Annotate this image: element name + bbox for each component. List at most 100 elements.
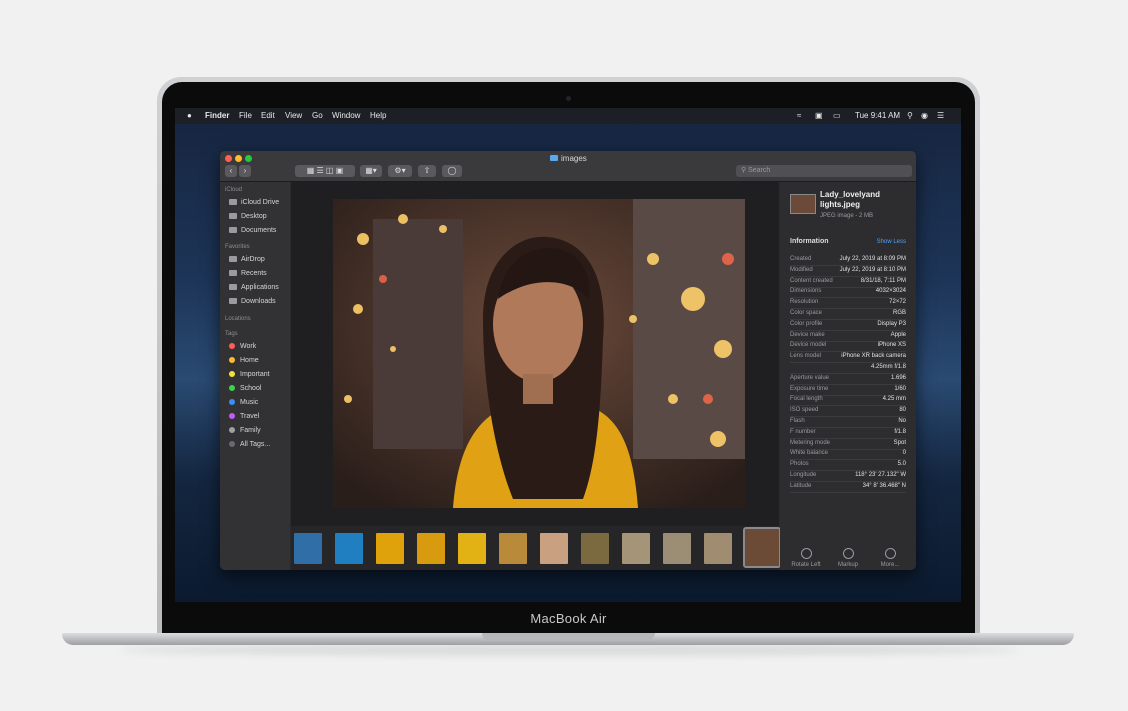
sidebar-item-recents[interactable]: Recents [229,269,267,279]
menu-go[interactable]: Go [312,111,323,120]
thumbnail[interactable] [663,533,691,564]
clock-icon [229,270,237,277]
sidebar-item-label: Desktop [241,213,267,220]
share-icon[interactable]: ⇧ [418,165,436,177]
laptop-notch [482,633,655,640]
sidebar-item-airdrop[interactable]: AirDrop [229,255,265,265]
thumbnail[interactable] [335,533,363,564]
info-value: 0 [902,450,906,457]
info-row: Photos 5.0 [790,460,906,472]
camera-icon [566,96,571,101]
thumbnail[interactable] [743,527,781,568]
info-value: 72×72 [889,299,906,306]
sidebar-item-icloud-drive[interactable]: iCloud Drive [229,198,279,208]
screen: ● Finder File Edit View Go Window Help ≈… [175,108,961,602]
thumbnail[interactable] [294,533,322,564]
rotate-left-icon [800,548,812,559]
info-key: Focal length [790,396,823,403]
sidebar-tag-all-tags[interactable]: All Tags... [229,440,270,450]
info-key: F number [790,428,816,435]
sidebar-heading-tags: Tags [225,331,238,337]
sidebar-item-label: Documents [241,227,277,234]
sidebar-tag-important[interactable]: Important [229,370,270,380]
thumbnail[interactable] [704,533,732,564]
selected-photo[interactable] [333,199,745,508]
tag-color-icon [229,413,235,420]
siri-icon[interactable]: ◉ [921,111,928,120]
thumbnail[interactable] [540,533,568,564]
menu-file[interactable]: File [239,111,252,120]
info-row: Device model iPhone XS [790,341,906,353]
battery-icon[interactable]: ▭ [833,111,841,120]
sidebar-item-label: Important [240,371,270,378]
menu-app-name[interactable]: Finder [205,111,229,120]
window-title: images [550,154,587,163]
thumbnail[interactable] [499,533,527,564]
sidebar-heading-icloud: iCloud [225,187,243,193]
info-value: July 22, 2019 at 8:10 PM [839,266,906,273]
tag-color-icon [229,371,235,378]
more-icon [884,548,896,559]
action-label: Markup [837,562,858,568]
info-key: Latitude [790,482,812,489]
info-value: iPhone XS [877,342,906,349]
sidebar-item-label: Music [240,399,259,406]
menu-window[interactable]: Window [332,111,360,120]
info-key: Exposure time [790,385,829,392]
thumbnail[interactable] [581,533,609,564]
thumbnail[interactable] [376,533,404,564]
zoom-button[interactable] [245,155,252,162]
info-row: White balance 0 [790,449,906,461]
tag-color-icon [229,399,235,406]
info-row: Aperture value 1.696 [790,374,906,385]
document-icon [229,227,237,234]
sidebar-item-documents[interactable]: Documents [229,226,276,236]
more-button[interactable]: More... [870,548,910,568]
info-key: Color profile [790,320,823,327]
file-thumbnail [790,194,816,214]
sidebar-tag-travel[interactable]: Travel [229,412,259,422]
airplay-icon[interactable]: ▣ [815,111,823,120]
thumbnail[interactable] [417,533,445,564]
forward-button[interactable]: › [239,165,251,177]
minimize-button[interactable] [235,155,242,162]
menu-clock[interactable]: Tue 9:41 AM [855,111,900,120]
sidebar-tag-music[interactable]: Music [229,398,258,408]
sidebar-tag-work[interactable]: Work [229,342,256,352]
back-button[interactable]: ‹ [225,165,237,177]
action-gear-icon[interactable]: ⚙▾ [388,165,412,177]
sidebar-tag-school[interactable]: School [229,384,261,394]
view-mode-switcher[interactable]: ▦ ☰ ◫ ▣ [295,165,355,177]
close-button[interactable] [225,155,232,162]
spotlight-icon[interactable]: ⚲ [907,111,913,120]
group-button[interactable]: ▦▾ [360,165,382,177]
sidebar-item-downloads[interactable]: Downloads [229,297,276,307]
info-row: Dimensions 4032×3024 [790,287,906,299]
sidebar-item-desktop[interactable]: Desktop [229,212,267,222]
thumbnail[interactable] [622,533,650,564]
menu-edit[interactable]: Edit [261,111,275,120]
menu-help[interactable]: Help [370,111,386,120]
tags-icon[interactable]: ◯ [442,165,462,177]
info-value: 8/31/18, 7:11 PM [860,277,906,284]
search-field[interactable]: ⚲ Search [736,165,912,177]
rotate-left-button[interactable]: Rotate Left [786,548,826,568]
sidebar-tag-family[interactable]: Family [229,426,261,436]
info-key: Resolution [790,299,819,306]
sidebar-item-label: Recents [241,270,267,277]
markup-button[interactable]: Markup [828,548,868,568]
sidebar-item-applications[interactable]: Applications [229,283,279,293]
menu-view[interactable]: View [285,111,302,120]
wifi-icon[interactable]: ≈ [797,111,801,120]
notification-center-icon[interactable]: ☰ [937,111,944,120]
info-row: ISO speed 80 [790,406,906,418]
thumbnail-strip [291,526,781,570]
file-name: Lady_lovelyand lights.jpeg [820,190,880,210]
apple-menu-icon[interactable]: ● [187,111,192,120]
thumbnail[interactable] [458,533,486,564]
show-less-link[interactable]: Show Less [877,239,906,245]
portrait-image [333,199,745,508]
folder-icon [550,155,558,161]
info-value: No [898,418,906,424]
sidebar-tag-home[interactable]: Home [229,356,259,366]
